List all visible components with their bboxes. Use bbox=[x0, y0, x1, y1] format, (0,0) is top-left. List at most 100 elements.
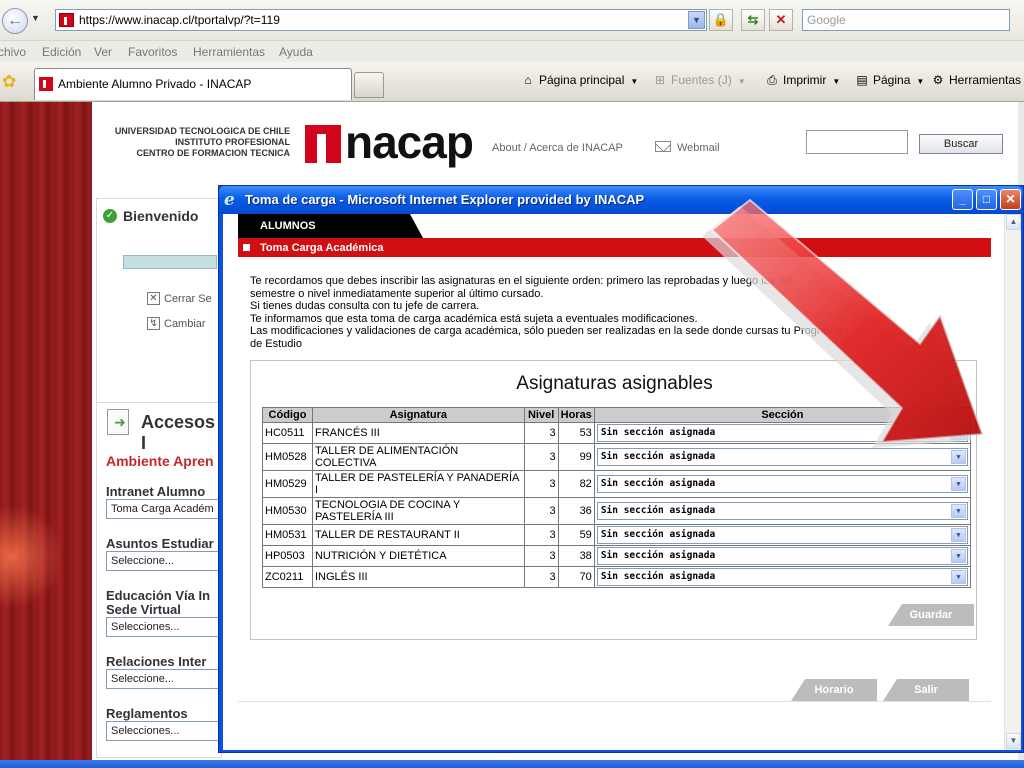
search-button[interactable]: Buscar bbox=[919, 134, 1003, 154]
table-row: HM0531 TALLER DE RESTAURANT II 3 59 Sin secc… bbox=[262, 524, 972, 546]
change-password-icon[interactable]: ↯ bbox=[147, 317, 160, 330]
chevron-down-icon[interactable]: ▼ bbox=[738, 77, 746, 86]
back-icon[interactable]: ← bbox=[2, 8, 28, 34]
cell-seccion: Sin sección asignada ▼ bbox=[593, 524, 972, 546]
maximize-button[interactable]: □ bbox=[976, 189, 997, 210]
menu-favorites[interactable]: Favoritos bbox=[128, 45, 177, 59]
logout-link[interactable]: Cerrar Se bbox=[164, 293, 212, 305]
chevron-down-icon[interactable]: ▼ bbox=[951, 549, 966, 563]
change-password-link[interactable]: Cambiar bbox=[164, 318, 206, 330]
scroll-down-icon[interactable]: ▼ bbox=[1006, 733, 1021, 749]
window-titlebar[interactable]: e Toma de carga - Microsoft Internet Exp… bbox=[219, 186, 1023, 214]
alumnos-tab[interactable]: ALUMNOS bbox=[238, 214, 423, 238]
site-search-input[interactable] bbox=[806, 130, 908, 154]
horario-button[interactable]: Horario bbox=[791, 679, 877, 701]
tab-label: Ambiente Alumno Privado - INACAP bbox=[58, 77, 252, 91]
intranet-label: Intranet Alumno bbox=[106, 484, 206, 499]
salir-button[interactable]: Salir bbox=[883, 679, 969, 701]
seccion-select[interactable]: Sin sección asignada ▼ bbox=[596, 424, 968, 442]
lock-icon[interactable]: 🔒 bbox=[709, 9, 733, 31]
cell-nivel: 3 bbox=[523, 470, 559, 498]
section-header: Toma Carga Académica bbox=[238, 238, 991, 257]
inacap-logo[interactable]: nacap bbox=[305, 116, 475, 169]
favorites-star-icon[interactable]: ✿ bbox=[2, 72, 16, 92]
institute-line: INSTITUTO PROFESIONAL bbox=[175, 137, 290, 147]
cell-codigo: HP0503 bbox=[262, 545, 313, 567]
history-dropdown-icon[interactable]: ▼ bbox=[31, 13, 40, 23]
stop-icon[interactable]: ✕ bbox=[769, 9, 793, 31]
tab-ambiente-alumno[interactable]: Ambiente Alumno Privado - INACAP bbox=[34, 68, 352, 100]
asignaturas-panel: Asignaturas asignables Código Asignatura… bbox=[250, 360, 977, 640]
instruction-line: Si tienes dudas consulta con tu jefe de … bbox=[250, 300, 480, 313]
chevron-down-icon[interactable]: ▼ bbox=[951, 528, 966, 542]
col-header-codigo: Código bbox=[262, 407, 313, 423]
cell-horas: 53 bbox=[557, 422, 595, 444]
reglamentos-label: Reglamentos bbox=[106, 706, 188, 721]
tools-button[interactable]: ⚙ Herramientas bbox=[930, 73, 1021, 87]
relaciones-select[interactable]: Seleccione... bbox=[106, 669, 224, 689]
about-link[interactable]: About / Acerca de INACAP bbox=[492, 142, 623, 154]
seccion-select[interactable]: Sin sección asignada ▼ bbox=[596, 502, 968, 520]
seccion-select[interactable]: Sin sección asignada ▼ bbox=[596, 475, 968, 493]
printer-icon: ⎙ bbox=[767, 73, 777, 87]
feeds-label: Fuentes (J) bbox=[671, 73, 732, 87]
seccion-select[interactable]: Sin sección asignada ▼ bbox=[596, 526, 968, 544]
menu-view[interactable]: Ver bbox=[94, 45, 112, 59]
chevron-down-icon[interactable]: ▼ bbox=[916, 77, 924, 86]
new-tab-button[interactable] bbox=[354, 72, 384, 98]
refresh-icon[interactable]: ⇆ bbox=[741, 9, 765, 31]
asuntos-select[interactable]: Seleccione... bbox=[106, 551, 224, 571]
browser-search-input[interactable]: Google bbox=[802, 9, 1010, 31]
toma-de-carga-window: e Toma de carga - Microsoft Internet Exp… bbox=[218, 185, 1024, 753]
menu-help[interactable]: Ayuda bbox=[279, 45, 313, 59]
seccion-select[interactable]: Sin sección asignada ▼ bbox=[596, 448, 968, 466]
seccion-select[interactable]: Sin sección asignada ▼ bbox=[596, 568, 968, 586]
chevron-down-icon[interactable]: ▼ bbox=[951, 570, 966, 584]
col-header-horas: Horas bbox=[557, 407, 595, 423]
ambiente-aprendizaje-link[interactable]: Ambiente Apren bbox=[106, 453, 214, 469]
cell-horas: 59 bbox=[557, 524, 595, 546]
seccion-value: Sin sección asignada bbox=[600, 478, 716, 489]
chevron-down-icon[interactable]: ▼ bbox=[832, 77, 840, 86]
cell-asignatura: NUTRICIÓN Y DIETÉTICA bbox=[311, 545, 525, 567]
bullet-icon bbox=[243, 244, 250, 251]
relaciones-label: Relaciones Inter bbox=[106, 654, 207, 669]
cell-seccion: Sin sección asignada ▼ bbox=[593, 497, 972, 525]
cell-seccion: Sin sección asignada ▼ bbox=[593, 545, 972, 567]
reglamentos-select[interactable]: Selecciones... bbox=[106, 721, 224, 741]
university-line: UNIVERSIDAD TECNOLOGICA DE CHILE bbox=[114, 126, 290, 136]
cell-seccion: Sin sección asignada ▼ bbox=[593, 470, 972, 498]
educacion-label: Educación Vía In Sede Virtual bbox=[106, 588, 211, 617]
instruction-line: Te recordamos que debes inscribir las as… bbox=[250, 275, 793, 287]
close-button[interactable]: ✕ bbox=[1000, 189, 1021, 210]
seccion-value: Sin sección asignada bbox=[600, 427, 716, 438]
webmail-link[interactable]: Webmail bbox=[677, 142, 720, 154]
section-title: Toma Carga Académica bbox=[260, 242, 384, 254]
menu-file[interactable]: chivo bbox=[0, 45, 26, 59]
menu-tools[interactable]: Herramientas bbox=[193, 45, 265, 59]
url-field[interactable]: https://www.inacap.cl/tportalvp/?t=119 ▼ bbox=[55, 9, 707, 31]
guardar-button[interactable]: Guardar bbox=[888, 604, 974, 626]
feeds-button[interactable]: ⊞ Fuentes (J) ▼ bbox=[652, 73, 746, 87]
vertical-scrollbar[interactable]: ▲ ▼ bbox=[1004, 214, 1021, 750]
logout-icon[interactable]: ✕ bbox=[147, 292, 160, 305]
minimize-button[interactable]: _ bbox=[952, 189, 973, 210]
taskbar bbox=[0, 760, 1024, 768]
page-button[interactable]: ▤ Página ▼ bbox=[854, 73, 924, 87]
home-button[interactable]: ⌂ Página principal ▼ bbox=[520, 73, 638, 87]
print-button[interactable]: ⎙ Imprimir ▼ bbox=[764, 73, 840, 88]
chevron-down-icon[interactable]: ▼ bbox=[951, 504, 966, 518]
educacion-select[interactable]: Selecciones... bbox=[106, 617, 224, 637]
scroll-up-icon[interactable]: ▲ bbox=[1006, 214, 1021, 230]
cell-horas: 82 bbox=[557, 470, 595, 498]
intranet-select[interactable]: Toma Carga Académ bbox=[106, 499, 224, 519]
url-dropdown-icon[interactable]: ▼ bbox=[688, 11, 705, 29]
chevron-down-icon[interactable]: ▼ bbox=[951, 477, 966, 491]
chevron-down-icon[interactable]: ▼ bbox=[951, 426, 966, 440]
chevron-down-icon[interactable]: ▼ bbox=[630, 77, 638, 86]
tab-favicon-icon bbox=[39, 77, 53, 91]
chevron-down-icon[interactable]: ▼ bbox=[951, 450, 966, 464]
menu-edit[interactable]: Edición bbox=[42, 45, 81, 59]
instruction-line: Las modificaciones y validaciones de car… bbox=[250, 325, 842, 338]
seccion-select[interactable]: Sin sección asignada ▼ bbox=[596, 547, 968, 565]
